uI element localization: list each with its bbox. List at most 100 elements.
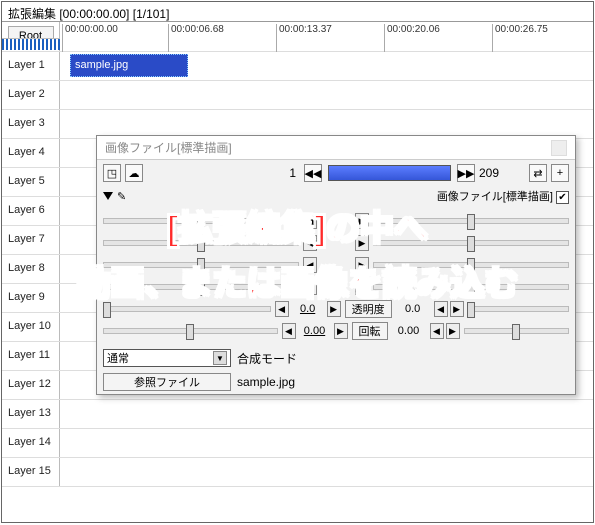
param-row-opacity: ◀0.0▶ 透明度 0.0 ◀▶ (103, 298, 569, 320)
ruler-ticks: 00:00:00.00 00:00:06.68 00:00:13.37 00:0… (60, 22, 593, 52)
layer-track[interactable] (60, 458, 593, 486)
param-slider-right[interactable] (464, 328, 570, 334)
ruler-tick: 00:00:26.75 (492, 24, 548, 52)
layer-label[interactable]: Layer 14 (2, 429, 60, 457)
layer-label[interactable]: Layer 8 (2, 255, 60, 283)
blend-mode-select[interactable]: 通常 ▼ (103, 349, 231, 367)
param-slider-left[interactable] (103, 262, 299, 268)
swap-icon[interactable]: ⇄ (529, 164, 547, 182)
frame-start: 1 (272, 166, 300, 180)
frame-slider[interactable] (328, 165, 451, 181)
layer-label[interactable]: Layer 5 (2, 168, 60, 196)
cloud-icon[interactable]: ☁ (125, 164, 143, 182)
nudge-right-icon[interactable]: ▶ (355, 257, 369, 273)
section-label: 画像ファイル[標準描画] (437, 191, 553, 203)
nudge-right-icon[interactable]: ▶ (355, 279, 369, 295)
param-slider-right[interactable] (373, 240, 569, 246)
frame-end: 209 (479, 166, 507, 180)
ruler-minimap[interactable] (2, 38, 60, 50)
dialog-section-row: ✎ 画像ファイル[標準描画] ✔ (97, 186, 575, 206)
slider-thumb[interactable] (197, 236, 205, 252)
time-ruler[interactable]: 00:00:00.00 00:00:06.68 00:00:13.37 00:0… (60, 22, 593, 51)
param-slider-right[interactable] (373, 218, 569, 224)
param-slider-right[interactable] (373, 262, 569, 268)
param-row: ◀▶ (103, 232, 569, 254)
slider-thumb[interactable] (467, 236, 475, 252)
opacity-value[interactable]: 0.0 (291, 303, 325, 315)
dialog-titlebar[interactable]: 画像ファイル[標準描画] (97, 136, 575, 160)
nudge-right-icon[interactable]: ▶ (355, 235, 369, 251)
layer-label[interactable]: Layer 15 (2, 458, 60, 486)
layer-label[interactable]: Layer 11 (2, 342, 60, 370)
params-panel: ◀▶ ◀▶ ◀▶ ◀▶ ◀0.0▶ 透明度 0. (97, 206, 575, 346)
slider-thumb[interactable] (512, 324, 520, 340)
layer-track[interactable] (60, 81, 593, 109)
param-slider-left[interactable] (103, 306, 271, 312)
nudge-right-icon[interactable]: ▶ (446, 323, 460, 339)
param-slider-left[interactable] (103, 240, 299, 246)
ref-file-row: 参照ファイル sample.jpg (97, 370, 575, 394)
slider-thumb[interactable] (467, 214, 475, 230)
layer-label[interactable]: Layer 1 (2, 52, 60, 80)
param-row-rotation: ◀0.00▶ 回転 0.00 ◀▶ (103, 320, 569, 342)
layer-label[interactable]: Layer 12 (2, 371, 60, 399)
layer-track[interactable]: sample.jpg (60, 52, 593, 80)
opacity-right-value: 0.0 (396, 303, 430, 315)
param-slider-right[interactable] (468, 306, 569, 312)
nudge-left-icon[interactable]: ◀ (275, 301, 289, 317)
ruler-tick: 00:00:13.37 (276, 24, 332, 52)
nudge-left-icon[interactable]: ◀ (303, 235, 317, 251)
nudge-left-icon[interactable]: ◀ (303, 213, 317, 229)
nudge-right-icon[interactable]: ▶ (355, 213, 369, 229)
prev-frame-icon[interactable]: ◀◀ (304, 164, 322, 182)
section-checkbox[interactable]: ✔ (556, 191, 569, 204)
param-slider-right[interactable] (373, 284, 569, 290)
param-slider-left[interactable] (103, 328, 278, 334)
layer-label[interactable]: Layer 4 (2, 139, 60, 167)
rotation-value[interactable]: 0.00 (298, 325, 332, 337)
opacity-button[interactable]: 透明度 (345, 300, 392, 318)
reference-file-button[interactable]: 参照ファイル (103, 373, 231, 391)
clip-properties-dialog[interactable]: 画像ファイル[標準描画] ◳ ☁ 1 ◀◀ ▶▶ 209 ⇄ + ✎ 画像ファイ… (96, 135, 576, 395)
chevron-down-icon: ▼ (213, 351, 227, 365)
layer-label[interactable]: Layer 6 (2, 197, 60, 225)
slider-thumb[interactable] (467, 258, 475, 274)
layer-label[interactable]: Layer 3 (2, 110, 60, 138)
nudge-left-icon[interactable]: ◀ (282, 323, 296, 339)
nudge-right-icon[interactable]: ▶ (334, 323, 348, 339)
timeline-clip[interactable]: sample.jpg (70, 54, 188, 77)
plus-icon[interactable]: + (551, 164, 569, 182)
slider-thumb[interactable] (467, 302, 475, 318)
layer-track[interactable] (60, 429, 593, 457)
layer-label[interactable]: Layer 9 (2, 284, 60, 312)
slider-thumb[interactable] (103, 302, 111, 318)
next-frame-icon[interactable]: ▶▶ (457, 164, 475, 182)
slider-thumb[interactable] (467, 280, 475, 296)
slider-thumb[interactable] (197, 214, 205, 230)
close-icon[interactable] (551, 140, 567, 156)
slider-thumb[interactable] (197, 258, 205, 274)
slider-thumb[interactable] (186, 324, 194, 340)
nudge-right-icon[interactable]: ▶ (450, 301, 464, 317)
layer-track[interactable] (60, 400, 593, 428)
layer-label[interactable]: Layer 2 (2, 81, 60, 109)
rotation-button[interactable]: 回転 (352, 322, 388, 340)
collapse-toggle[interactable]: ✎ (103, 190, 126, 203)
param-slider-left[interactable] (103, 218, 299, 224)
layer-label[interactable]: Layer 13 (2, 400, 60, 428)
slider-thumb[interactable] (197, 280, 205, 296)
window-title: 拡張編集 [00:00:00.00] [1/101] (2, 2, 593, 22)
layer-track[interactable] (60, 110, 593, 138)
nudge-left-icon[interactable]: ◀ (434, 301, 448, 317)
blend-mode-row: 通常 ▼ 合成モード (97, 346, 575, 370)
nudge-left-icon[interactable]: ◀ (303, 257, 317, 273)
param-slider-left[interactable] (103, 284, 299, 290)
nudge-left-icon[interactable]: ◀ (303, 279, 317, 295)
camera-icon[interactable]: ◳ (103, 164, 121, 182)
layer-label[interactable]: Layer 10 (2, 313, 60, 341)
nudge-left-icon[interactable]: ◀ (430, 323, 444, 339)
layer-label[interactable]: Layer 7 (2, 226, 60, 254)
param-row: ◀▶ (103, 210, 569, 232)
triangle-down-icon (103, 192, 113, 200)
nudge-right-icon[interactable]: ▶ (327, 301, 341, 317)
